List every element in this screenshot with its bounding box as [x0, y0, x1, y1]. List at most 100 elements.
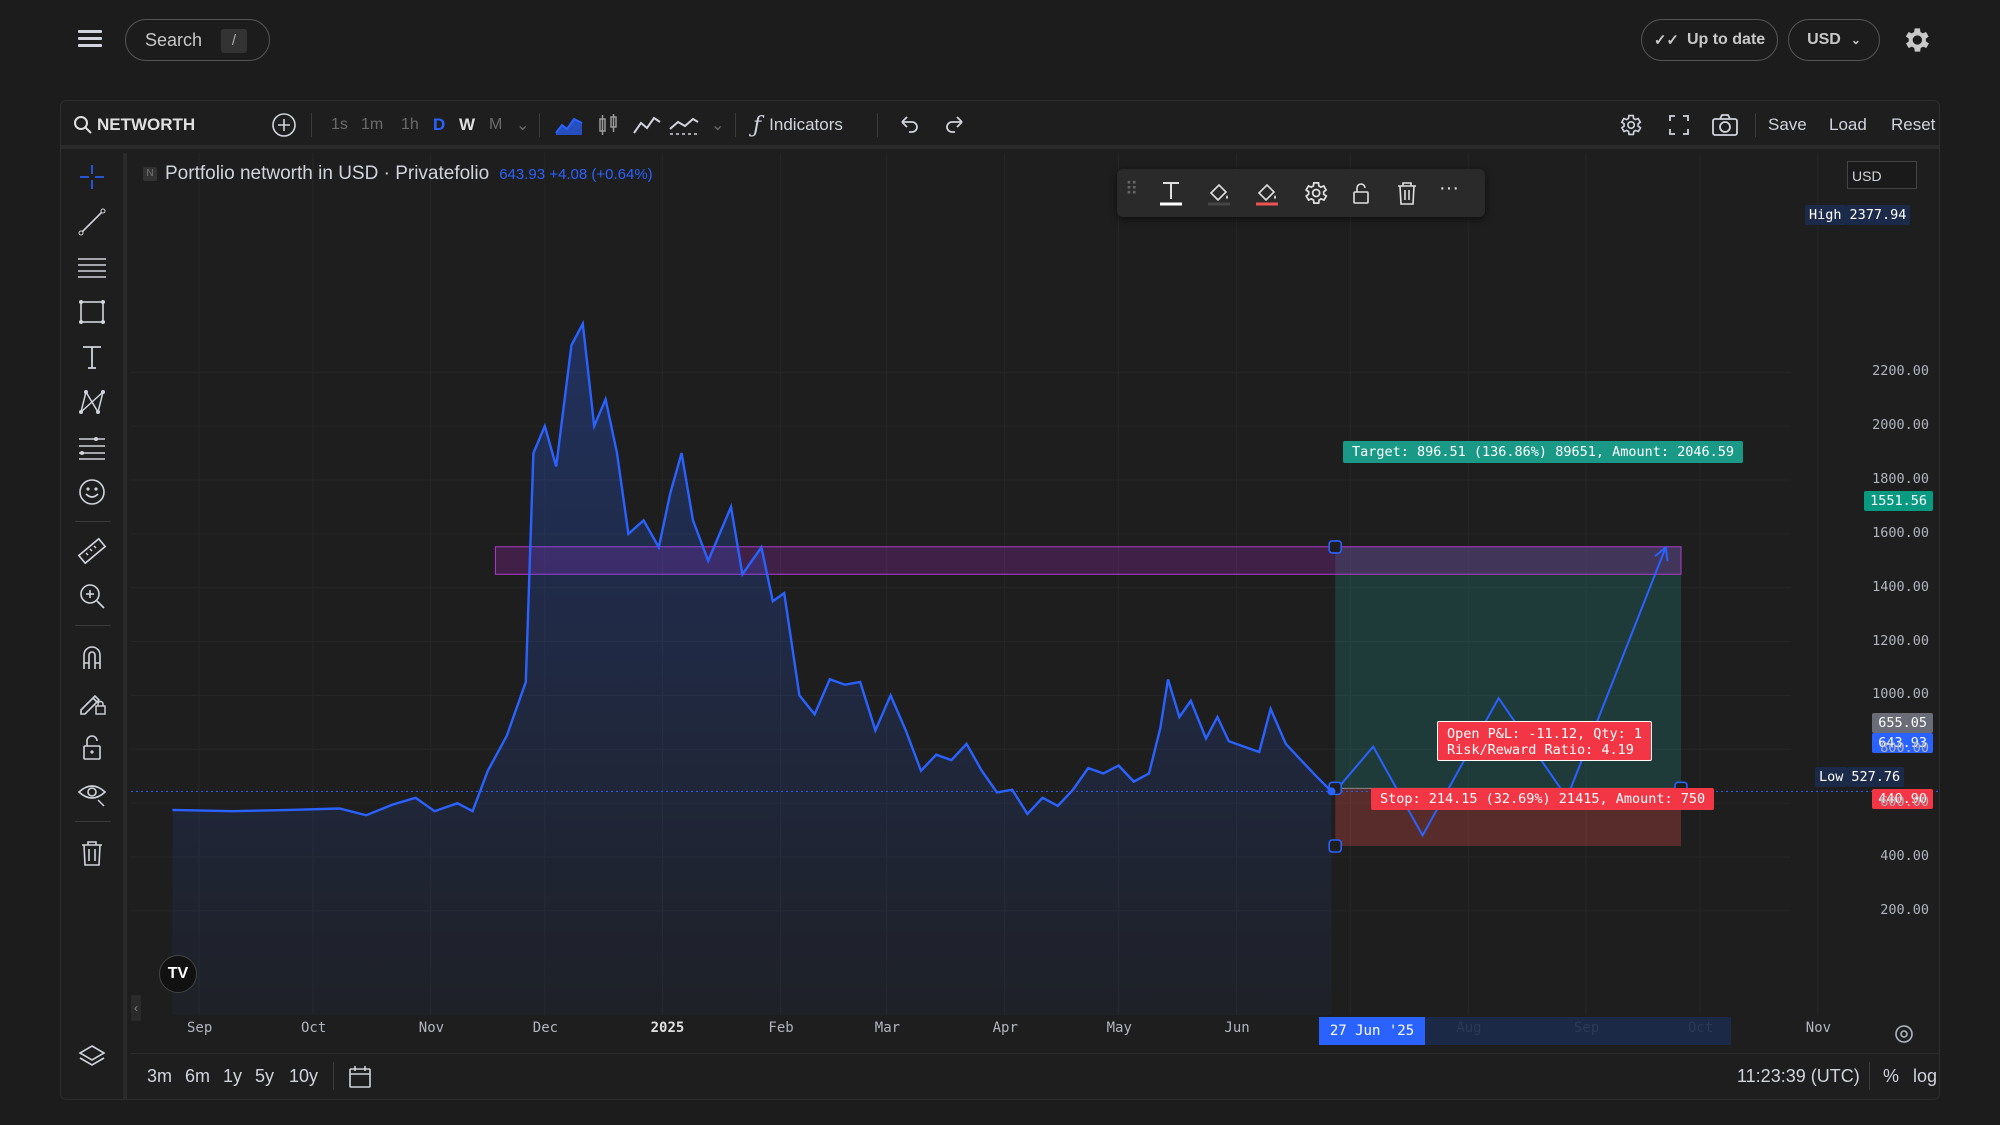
settings-gear-icon[interactable] — [1900, 24, 1932, 56]
range-3m[interactable]: 3m — [147, 1066, 172, 1087]
trash-icon[interactable] — [76, 837, 108, 869]
drawing-unlock-icon[interactable] — [1347, 179, 1375, 207]
crosshair-icon[interactable] — [76, 161, 108, 193]
undo-icon[interactable] — [897, 101, 921, 149]
price-tick-label: 1400.00 — [1872, 578, 1929, 595]
candles-chart-type-icon[interactable] — [597, 101, 619, 149]
stop-label: Stop: 214.15 (32.69%) 21415, Amount: 750 — [1371, 788, 1715, 810]
up-to-date-button[interactable]: ✓✓ Up to date — [1641, 19, 1778, 61]
zoom-in-icon[interactable] — [76, 580, 108, 612]
position-handle — [1328, 540, 1342, 554]
fib-retracement-icon[interactable] — [76, 431, 108, 463]
time-axis-settings-icon[interactable] — [1893, 1023, 1915, 1045]
area-chart-type-icon[interactable] — [555, 101, 583, 149]
eye-visibility-icon[interactable] — [76, 776, 108, 808]
drawing-floating-toolbar: ⠿ ··· — [1117, 169, 1485, 217]
tradingview-logo-icon[interactable]: TV — [159, 955, 197, 993]
lock-drawing-pencil-icon[interactable] — [76, 686, 108, 718]
symbol-search[interactable]: NETWORTH — [73, 101, 195, 149]
load-button[interactable]: Load — [1829, 101, 1867, 149]
chart-settings-gear-icon[interactable] — [1617, 101, 1643, 149]
line-markers-chart-type-icon[interactable] — [669, 101, 699, 149]
interval-1s[interactable]: 1s — [331, 101, 348, 149]
currency-select[interactable]: USD ⌄ — [1788, 19, 1880, 61]
range-1y[interactable]: 1y — [223, 1066, 242, 1087]
time-tick-label: 2025 — [650, 1020, 685, 1036]
unlock-icon[interactable] — [76, 731, 108, 763]
log-scale-toggle[interactable]: log — [1913, 1066, 1937, 1087]
indicators-label: Indicators — [769, 115, 843, 134]
time-tick-label: Jun — [1224, 1020, 1250, 1036]
text-tool-icon[interactable] — [76, 341, 108, 373]
chevron-down-icon: ⌄ — [1850, 33, 1861, 47]
price-tick-label: 1000.00 — [1872, 686, 1929, 703]
price-tick-label: 2000.00 — [1872, 417, 1929, 434]
low-marker: Low 527.76 — [1815, 767, 1905, 787]
target-label: Target: 896.51 (136.86%) 89651, Amount: … — [1343, 441, 1744, 463]
hamburger-menu-icon[interactable] — [72, 26, 108, 56]
text-style-icon[interactable] — [1157, 179, 1185, 207]
utc-clock[interactable]: 11:23:39 (UTC) — [1737, 1066, 1860, 1087]
redo-icon[interactable] — [943, 101, 967, 149]
chart-canvas[interactable] — [131, 153, 1939, 1053]
search-button[interactable]: Search / — [125, 19, 270, 61]
high-label: High — [1805, 205, 1846, 225]
chart-bottom-bar: 3m 6m 1y 5y 10y 11:23:39 (UTC) % log aut… — [131, 1053, 1939, 1099]
reset-button[interactable]: Reset — [1891, 101, 1935, 149]
price-tick-label: 1200.00 — [1872, 632, 1929, 649]
fill-color-bucket-icon[interactable] — [1205, 179, 1233, 207]
chart-pane[interactable]: N Portfolio networth in USD · Privatefol… — [131, 153, 1939, 1053]
camera-screenshot-icon[interactable] — [1711, 101, 1739, 149]
drawing-delete-trash-icon[interactable] — [1393, 179, 1421, 207]
range-6m[interactable]: 6m — [185, 1066, 210, 1087]
time-tick-label: Apr — [992, 1020, 1018, 1036]
rectangle-shape-icon[interactable] — [76, 296, 108, 328]
indicators-button[interactable]: ƒ Indicators — [753, 101, 843, 149]
price-tick-label: 800.00 — [1880, 740, 1929, 757]
position-handle — [1328, 839, 1342, 853]
interval-dropdown-chevron-icon[interactable]: ⌄ — [516, 101, 529, 149]
price-axis-currency[interactable]: USD — [1847, 161, 1917, 189]
function-icon: ƒ — [753, 112, 762, 138]
save-button[interactable]: Save — [1768, 101, 1807, 149]
time-tick-label: Oct — [301, 1020, 327, 1036]
ruler-measure-icon[interactable] — [76, 535, 108, 567]
go-to-date-calendar-icon[interactable] — [347, 1064, 373, 1090]
emoji-smiley-icon[interactable] — [76, 476, 108, 508]
interval-d[interactable]: D — [433, 101, 445, 149]
up-to-date-label: Up to date — [1686, 31, 1766, 48]
symbol-label: NETWORTH — [97, 115, 196, 134]
low-value: 527.76 — [1847, 767, 1905, 787]
chart-type-dropdown-chevron-icon[interactable]: ⌄ — [711, 101, 724, 149]
compare-symbol-button[interactable] — [271, 101, 297, 149]
line-chart-type-icon[interactable] — [633, 101, 661, 149]
trend-line-icon[interactable] — [76, 206, 108, 238]
percent-scale-toggle[interactable]: % — [1883, 1066, 1899, 1087]
interval-w[interactable]: W — [459, 101, 475, 149]
time-tick-label: Nov — [1805, 1020, 1832, 1036]
search-shortcut-key: / — [221, 29, 247, 53]
price-tick-label: 600.00 — [1880, 794, 1929, 811]
chart-widget: NETWORTH 1s 1m 1h D W M ⌄ ⌄ ƒ Indicators — [60, 100, 1940, 1100]
drawing-settings-gear-icon[interactable] — [1301, 179, 1329, 207]
range-10y[interactable]: 10y — [289, 1066, 318, 1087]
legend-change: +4.08 (+0.64%) — [549, 165, 653, 183]
collapse-toolbar-chevron-icon[interactable]: ‹ — [131, 995, 141, 1021]
interval-m[interactable]: M — [489, 101, 502, 149]
fullscreen-icon[interactable] — [1667, 101, 1691, 149]
drag-handle-icon[interactable]: ⠿ — [1125, 179, 1153, 207]
pattern-tool-icon[interactable] — [76, 386, 108, 418]
horizontal-lines-icon[interactable] — [76, 251, 108, 283]
magnet-icon[interactable] — [76, 641, 108, 673]
price-tick-label: 1800.00 — [1872, 470, 1929, 487]
open-pnl-label: Open P&L: -11.12, Qty: 1 Risk/Reward Rat… — [1437, 721, 1653, 761]
target-price-axis-label: 1551.56 — [1864, 491, 1933, 511]
layers-icon[interactable] — [76, 1041, 108, 1073]
border-color-bucket-icon[interactable] — [1253, 179, 1281, 207]
time-tick-label: Feb — [768, 1020, 794, 1036]
more-options-icon[interactable]: ··· — [1439, 177, 1467, 205]
range-5y[interactable]: 5y — [255, 1066, 274, 1087]
interval-1h[interactable]: 1h — [401, 101, 419, 149]
interval-1m[interactable]: 1m — [361, 101, 383, 149]
app-top-bar: Search / ✓✓ Up to date USD ⌄ — [0, 0, 2000, 80]
